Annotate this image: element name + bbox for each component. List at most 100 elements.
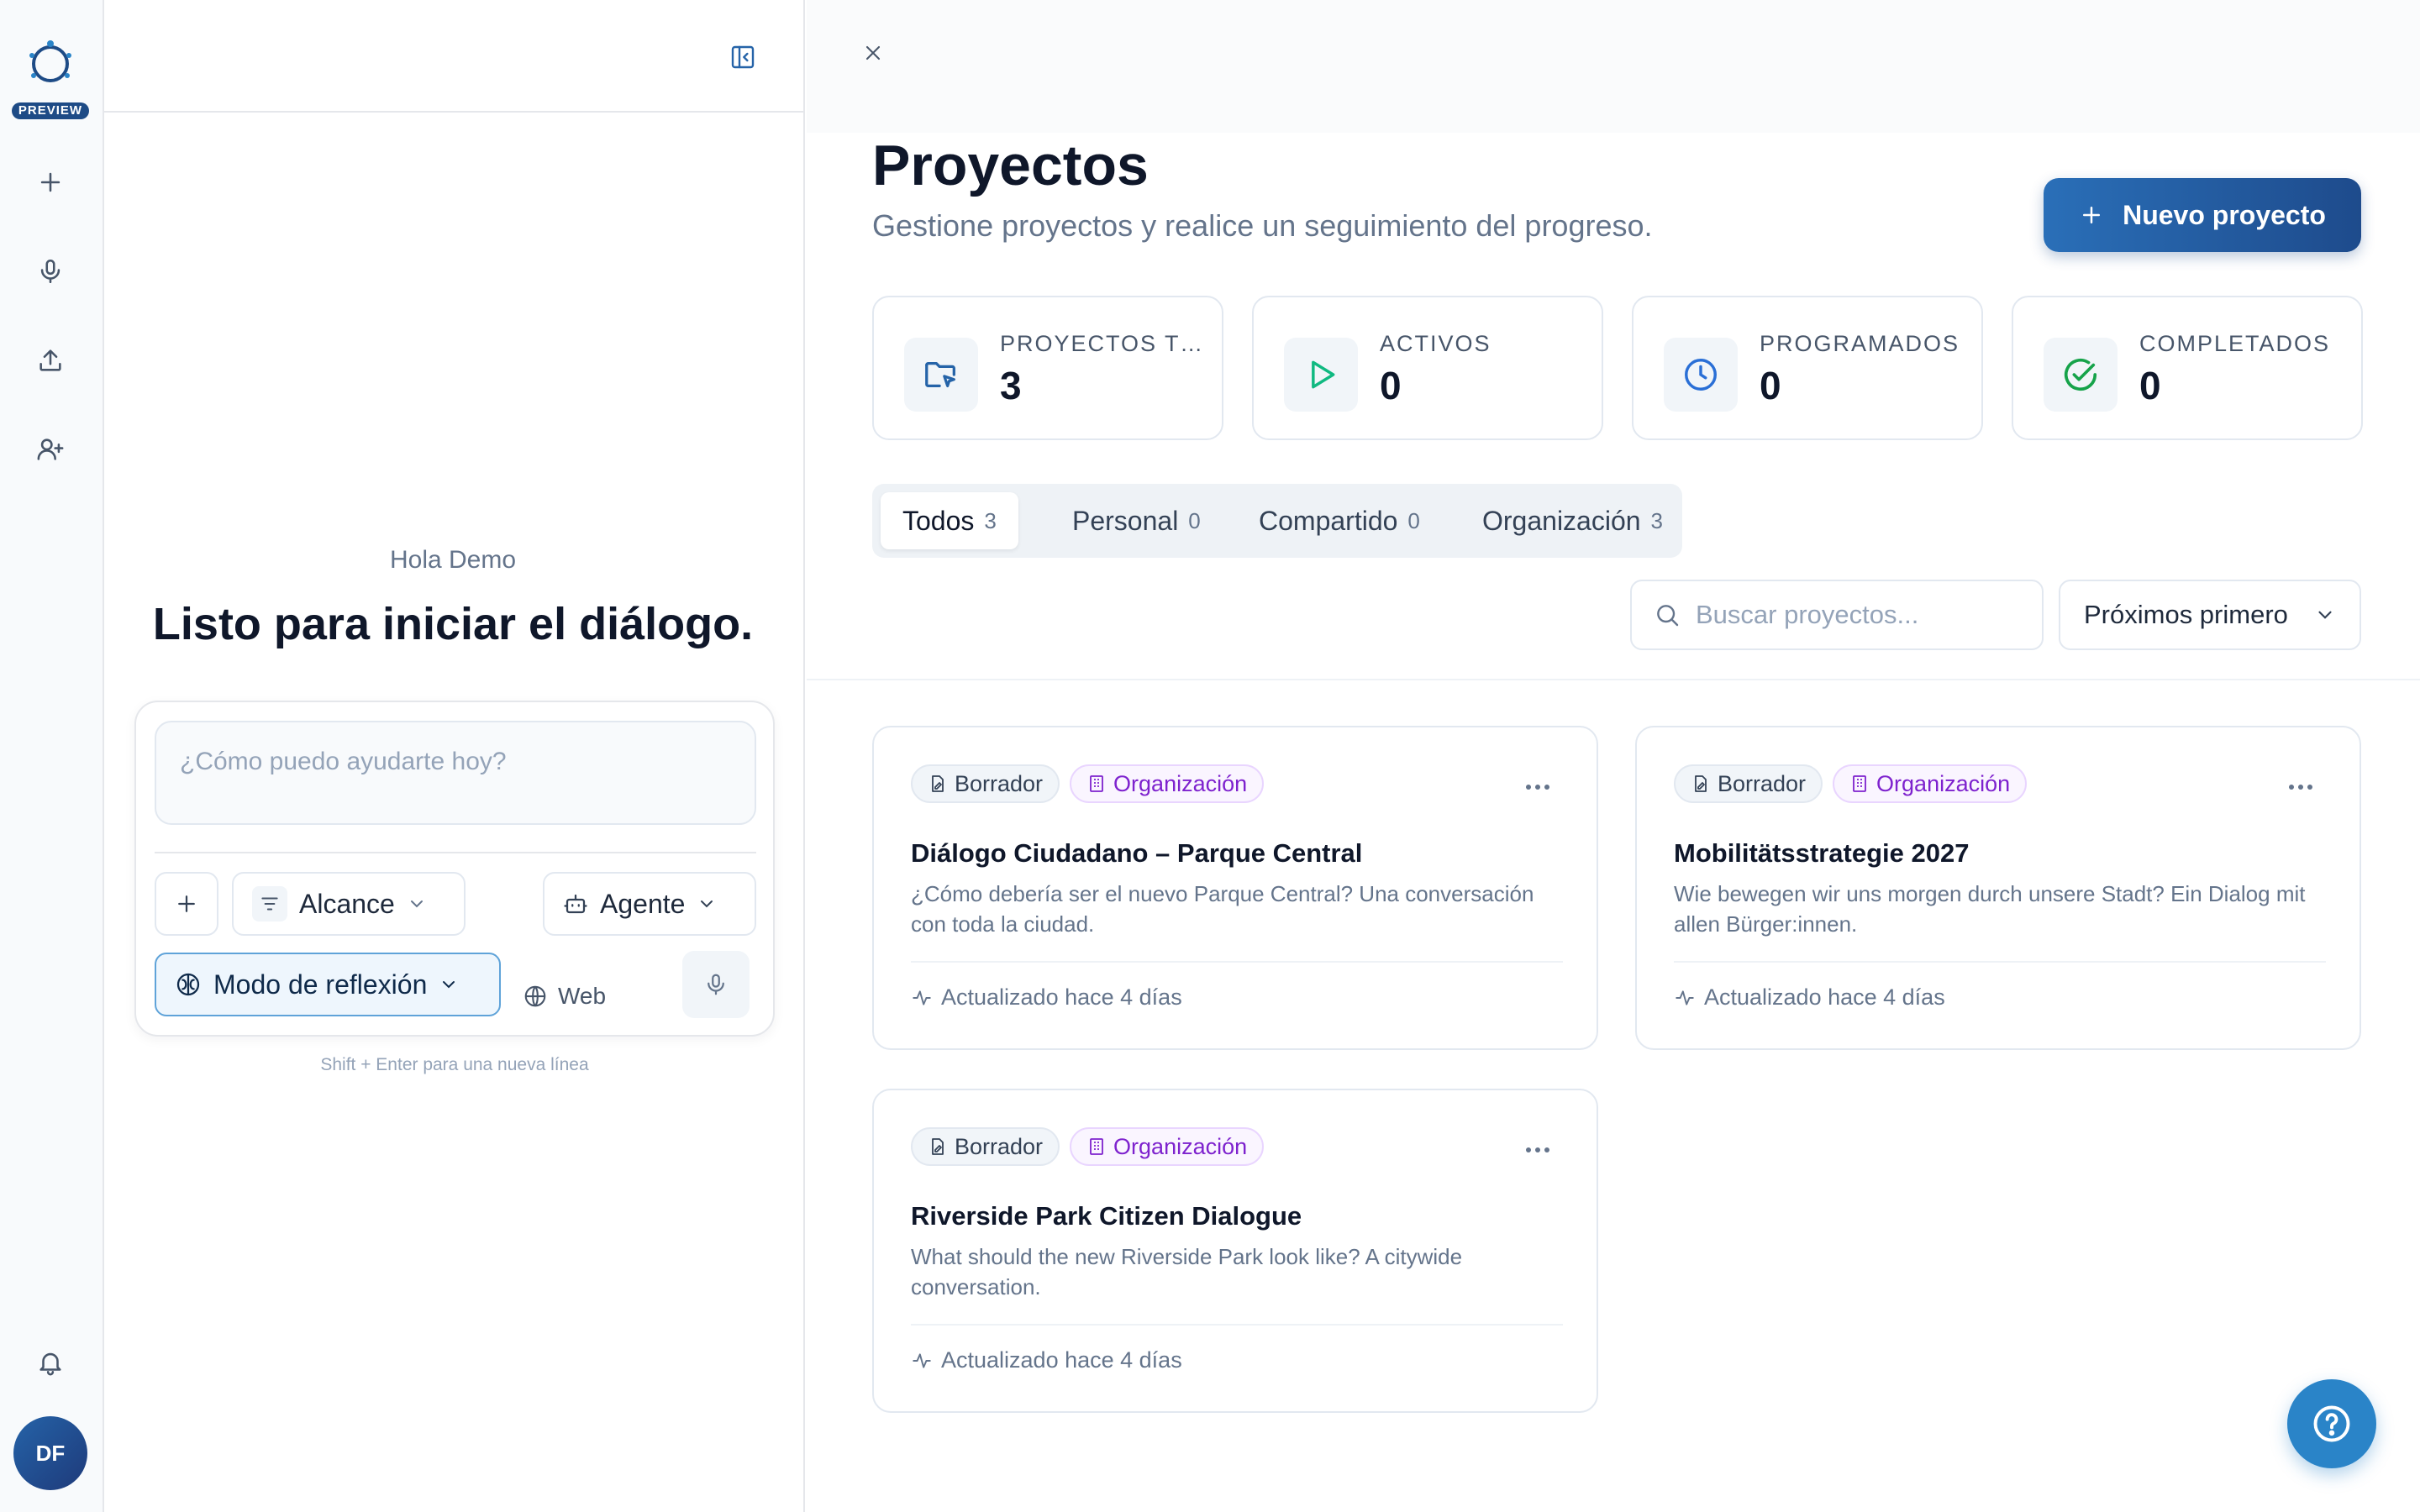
tab-personal[interactable]: Personal 0	[1050, 492, 1223, 549]
scope-label: Alcance	[299, 888, 395, 919]
card-divider	[911, 961, 1563, 963]
updated-label: Actualizado hace 4 días	[941, 984, 1182, 1010]
file-edit-icon	[932, 1138, 944, 1155]
chevron-down-icon	[2318, 611, 2332, 619]
project-description: What should the new Riverside Park look …	[911, 1244, 1463, 1299]
scope-label: Organización	[1876, 770, 2011, 796]
agent-select[interactable]: Agente	[543, 872, 756, 936]
card-divider	[1674, 961, 2326, 963]
stat-total-projects: PROYECTOS TOTALES 3	[872, 296, 1223, 440]
activity-icon	[913, 1352, 931, 1368]
stat-label: COMPLETADOS	[2139, 331, 2331, 356]
tab-label: Todos	[902, 505, 975, 536]
project-updated: Actualizado hace 4 días	[911, 984, 1182, 1011]
scope-badge: Organización	[1833, 764, 2028, 803]
search-placeholder: Buscar proyectos...	[1696, 600, 1919, 629]
new-project-button[interactable]: Nuevo proyecto	[2044, 178, 2361, 252]
left-rail: PREVIEW DF	[0, 0, 104, 1512]
voice-button[interactable]	[25, 246, 76, 297]
sort-select[interactable]: Próximos primero	[2059, 580, 2361, 650]
tab-organization[interactable]: Organización 3	[1460, 492, 1685, 549]
ellipsis-icon	[1526, 785, 1549, 790]
more-options-button[interactable]	[2284, 774, 2317, 800]
folder-icon	[904, 338, 978, 412]
dictation-button[interactable]	[682, 951, 750, 1018]
collapse-panel-button[interactable]	[723, 37, 763, 77]
invite-user-button[interactable]	[25, 424, 76, 475]
upload-icon	[39, 349, 61, 371]
stat-value: 0	[1380, 364, 1402, 407]
check-circle-icon	[2044, 338, 2118, 412]
web-toggle[interactable]: Web	[523, 971, 606, 1021]
plus-icon	[2083, 207, 2101, 223]
ellipsis-icon	[1526, 1147, 1549, 1152]
tab-count: 0	[1407, 507, 1420, 533]
search-input[interactable]: Buscar proyectos...	[1630, 580, 2044, 650]
upload-button[interactable]	[25, 335, 76, 386]
file-edit-icon	[932, 775, 944, 792]
tab-all[interactable]: Todos 3	[881, 492, 1018, 549]
tab-label: Organización	[1482, 505, 1641, 536]
chevron-down-icon	[410, 900, 423, 908]
chevron-down-icon	[701, 900, 713, 908]
filter-icon	[252, 886, 287, 921]
project-updated: Actualizado hace 4 días	[911, 1347, 1182, 1373]
project-title: Riverside Park Citizen Dialogue	[911, 1201, 1302, 1231]
stat-value: 0	[1760, 364, 1781, 407]
close-icon	[865, 45, 881, 60]
stat-active: ACTIVOS 0	[1252, 296, 1603, 440]
project-title: Diálogo Ciudadano – Parque Central	[911, 838, 1363, 868]
main-topbar	[807, 0, 2420, 133]
building-icon	[1853, 775, 1866, 792]
project-card[interactable]: Borrador Organización Mobilitätsstrategi…	[1635, 726, 2361, 1050]
sidebar-collapse-icon	[731, 45, 755, 69]
preview-badge: PREVIEW	[12, 102, 89, 119]
scope-badge: Organización	[1070, 764, 1265, 803]
activity-icon	[1676, 990, 1694, 1005]
notifications-button[interactable]	[25, 1337, 76, 1388]
updated-label: Actualizado hace 4 días	[1704, 984, 1945, 1010]
agent-label: Agente	[600, 888, 686, 919]
updated-label: Actualizado hace 4 días	[941, 1347, 1182, 1373]
attach-button[interactable]	[155, 872, 218, 936]
greeting: Hola Demo	[389, 546, 517, 574]
think-mode-select[interactable]: Modo de reflexión	[155, 953, 501, 1016]
brain-icon	[176, 973, 200, 996]
sort-label: Próximos primero	[2084, 600, 2288, 629]
microphone-icon	[40, 259, 60, 284]
web-label: Web	[558, 983, 607, 1009]
file-edit-icon	[1695, 775, 1707, 792]
tab-count: 0	[1188, 507, 1201, 533]
prompt-input[interactable]: ¿Cómo puedo ayudarte hoy?	[155, 721, 756, 825]
project-filter-tabs: Todos 3 Personal 0 Compartido 0 Organiza…	[872, 484, 1682, 558]
stat-value: 0	[2139, 364, 2161, 407]
status-label: Borrador	[955, 1133, 1044, 1159]
activity-icon	[913, 990, 931, 1005]
help-button[interactable]	[2287, 1379, 2376, 1468]
close-button[interactable]	[852, 32, 894, 74]
tab-shared[interactable]: Compartido 0	[1237, 492, 1442, 549]
chevron-down-icon	[443, 981, 455, 989]
chat-composer: ¿Cómo puedo ayudarte hoy? Alcance Agente…	[134, 701, 775, 1037]
project-card[interactable]: Borrador Organización Riverside Park Cit…	[872, 1089, 1598, 1413]
more-options-button[interactable]	[1521, 774, 1555, 800]
stat-value: 3	[1000, 364, 1022, 407]
scope-label: Organización	[1113, 770, 1248, 796]
project-description: Wie bewegen wir uns morgen durch unsere …	[1674, 881, 2306, 937]
stat-label: ACTIVOS	[1380, 331, 1491, 356]
scope-badge: Organización	[1070, 1127, 1265, 1166]
chat-panel: Hola Demo Listo para iniciar el diálogo.…	[104, 0, 805, 1512]
think-mode-label: Modo de reflexión	[213, 969, 428, 1000]
chat-headline: Listo para iniciar el diálogo.	[152, 599, 754, 649]
building-icon	[1090, 1138, 1103, 1155]
projects-page: Proyectos Gestione proyectos y realice u…	[807, 0, 2420, 1512]
status-badge: Borrador	[911, 1127, 1060, 1166]
new-chat-button[interactable]	[25, 157, 76, 207]
ellipsis-icon	[2289, 785, 2312, 790]
user-plus-icon	[37, 438, 64, 460]
more-options-button[interactable]	[1521, 1137, 1555, 1163]
scope-select[interactable]: Alcance	[232, 872, 466, 936]
project-card[interactable]: Borrador Organización Diálogo Ciudadano …	[872, 726, 1598, 1050]
project-title: Mobilitätsstrategie 2027	[1674, 838, 1970, 868]
avatar[interactable]: DF	[13, 1416, 87, 1490]
